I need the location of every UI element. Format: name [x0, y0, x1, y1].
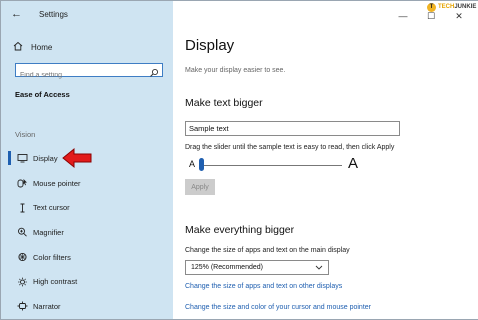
nav-home[interactable]: Home [13, 41, 52, 53]
search-icon[interactable] [149, 65, 159, 77]
group-label-vision: Vision [15, 130, 36, 139]
watermark-text: TECHJUNKIE [438, 4, 477, 10]
minimize-button[interactable]: — [398, 11, 408, 21]
home-icon [13, 41, 25, 53]
page-title: Display [185, 37, 235, 54]
sidebar-item-label: Color filters [33, 252, 71, 262]
sidebar-item-label: High contrast [33, 277, 78, 287]
nav-list: Display Mouse pointer Text cursor Magnif… [1, 146, 173, 319]
text-cursor-icon [16, 202, 28, 214]
sidebar-item-magnifier[interactable]: Magnifier [1, 220, 173, 245]
monitor-icon [16, 152, 28, 164]
sidebar-item-label: Narrator [33, 301, 61, 311]
color-filters-icon [16, 251, 28, 263]
sidebar-item-label: Text cursor [33, 203, 70, 213]
search-input[interactable] [16, 69, 142, 82]
magnifier-icon [16, 226, 28, 238]
heading-make-everything-bigger: Make everything bigger [185, 224, 295, 236]
link-other-displays[interactable]: Change the size of apps and text on othe… [185, 283, 342, 290]
annotation-arrow [62, 147, 92, 169]
size-label: Change the size of apps and text on the … [185, 247, 350, 254]
back-arrow-icon[interactable]: ← [11, 8, 25, 20]
heading-make-text-bigger: Make text bigger [185, 97, 263, 109]
sidebar-item-narrator[interactable]: Narrator [1, 294, 173, 319]
settings-window: ← Settings Home Ease of Access Vision Di… [0, 0, 478, 320]
section-title: Ease of Access [15, 90, 70, 99]
narrator-icon [16, 300, 28, 312]
sidebar-item-color-filters[interactable]: Color filters [1, 245, 173, 270]
text-size-slider[interactable]: A A [185, 155, 365, 174]
close-button[interactable]: ✕ [454, 11, 464, 21]
dropdown-value: 125% (Recommended) [191, 264, 263, 271]
slider-max-label: A [348, 155, 359, 172]
sidebar-item-label: Mouse pointer [33, 178, 81, 188]
slider-thumb[interactable] [199, 158, 204, 171]
chevron-down-icon [315, 261, 323, 274]
page-subtitle: Make your display easier to see. [185, 67, 286, 74]
apply-button[interactable]: Apply [185, 179, 215, 195]
app-title: Settings [39, 10, 68, 19]
window-controls: — ☐ ✕ [398, 11, 464, 21]
sidebar-item-high-contrast[interactable]: High contrast [1, 269, 173, 294]
sample-text-field[interactable]: Sample text [185, 121, 400, 136]
home-label: Home [31, 42, 53, 52]
main-panel: T TECHJUNKIE — ☐ ✕ Display Make your dis… [173, 1, 478, 319]
sidebar-item-label: Magnifier [33, 227, 64, 237]
maximize-button[interactable]: ☐ [426, 11, 436, 21]
titlebar-left: ← Settings [1, 1, 173, 27]
sidebar: ← Settings Home Ease of Access Vision Di… [1, 1, 173, 319]
sidebar-item-text-cursor[interactable]: Text cursor [1, 195, 173, 220]
search-box[interactable] [15, 63, 163, 82]
slider-instruction: Drag the slider until the sample text is… [185, 144, 395, 151]
sidebar-item-label: Display [33, 153, 58, 163]
slider-min-label: A [189, 159, 196, 169]
sidebar-item-mouse-pointer[interactable]: Mouse pointer [1, 171, 173, 196]
high-contrast-icon [16, 276, 28, 288]
link-cursor-pointer[interactable]: Change the size and color of your cursor… [185, 304, 371, 311]
mouse-pointer-icon [16, 177, 28, 189]
slider-track[interactable] [201, 165, 342, 166]
scale-dropdown[interactable]: 125% (Recommended) [185, 260, 329, 275]
